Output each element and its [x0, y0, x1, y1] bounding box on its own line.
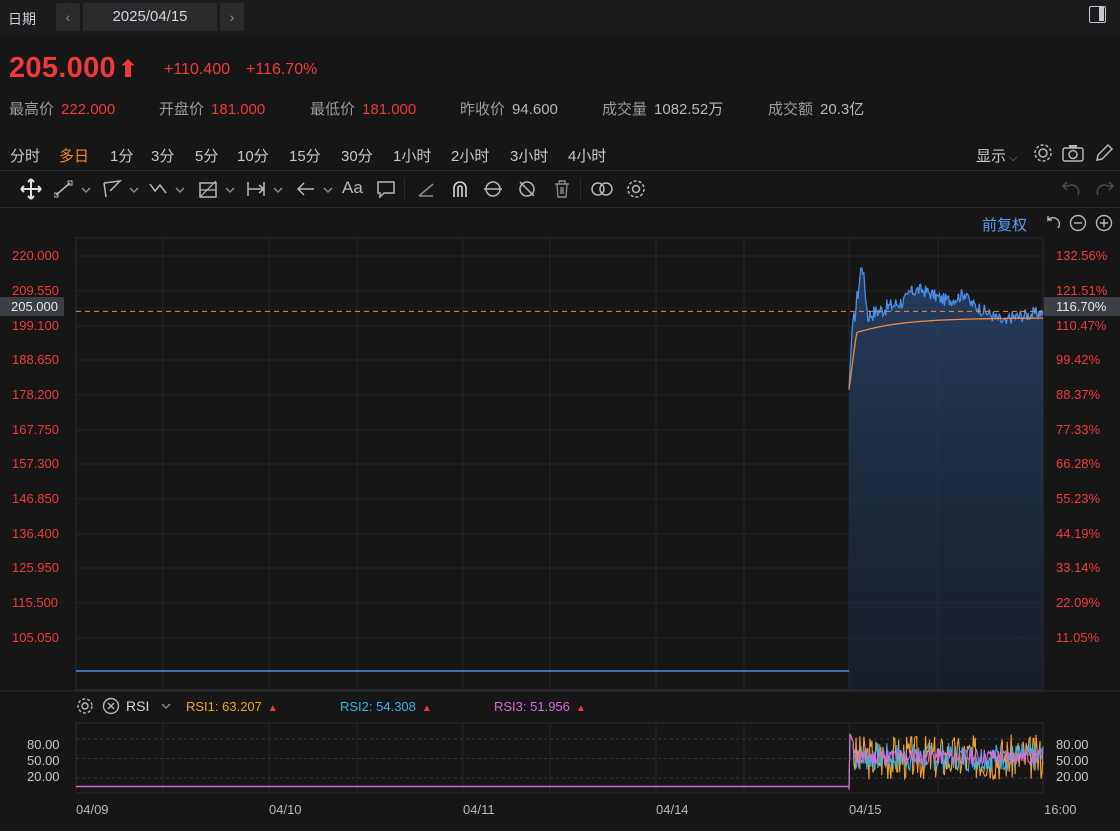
right-axis-tick: 99.42% — [1056, 352, 1101, 367]
up-triangle-icon: ▲ — [575, 703, 586, 714]
rsi-indicator-name: RSI — [126, 698, 150, 714]
right-axis-tick: 11.05% — [1056, 630, 1100, 645]
up-triangle-icon: ▲ — [267, 703, 278, 714]
left-axis-tick: 115.500 — [12, 595, 59, 610]
right-axis-tick: 121.51% — [1056, 283, 1108, 298]
rsi3-value: RSI3: 51.956 ▲ — [494, 699, 586, 714]
x-axis-tick: 04/09 — [76, 802, 109, 817]
right-axis-tick: 88.37% — [1056, 387, 1101, 402]
right-axis-tick: 132.56% — [1056, 248, 1108, 263]
rsi-axis-right-tick: 50.00 — [1056, 753, 1089, 768]
left-axis-tick: 105.050 — [12, 630, 59, 645]
right-axis-tick: 110.47% — [1056, 318, 1107, 333]
right-axis-tick: 44.19% — [1056, 526, 1101, 541]
rsi-axis-right-tick: 20.00 — [1056, 769, 1089, 784]
rsi-settings-icon[interactable] — [76, 697, 94, 715]
rsi-close-icon[interactable] — [102, 697, 120, 715]
right-axis-tick: 66.28% — [1056, 456, 1101, 471]
rsi-axis-left-tick: 50.00 — [27, 753, 60, 768]
x-axis-tick: 04/10 — [269, 802, 302, 817]
current-pct-tag: 116.70% — [1044, 297, 1120, 316]
up-triangle-icon: ▲ — [421, 703, 432, 714]
price-area-fill — [849, 268, 1043, 690]
right-axis-tick: 55.23% — [1056, 491, 1101, 506]
current-price-tag: 205.000 — [0, 297, 64, 316]
left-axis-tick: 157.300 — [12, 456, 59, 471]
x-axis-tick: 04/14 — [656, 802, 689, 817]
x-axis-tick: 04/15 — [849, 802, 882, 817]
right-axis-tick: 22.09% — [1056, 595, 1101, 610]
left-axis-tick: 167.750 — [12, 422, 59, 437]
rsi-axis-left-tick: 80.00 — [27, 737, 60, 752]
left-axis-tick: 178.200 — [12, 387, 59, 402]
left-axis-tick: 136.400 — [12, 526, 59, 541]
rsi-axis-right-tick: 80.00 — [1056, 737, 1089, 752]
left-axis-tick: 220.000 — [12, 248, 59, 263]
rsi1-value: RSI1: 63.207 ▲ — [186, 699, 278, 714]
right-axis-tick: 33.14% — [1056, 560, 1101, 575]
x-axis-tick: 16:00 — [1044, 802, 1077, 817]
chevron-down-icon[interactable] — [160, 700, 172, 712]
left-axis-tick: 125.950 — [12, 560, 59, 575]
left-axis-tick: 146.850 — [12, 491, 59, 506]
rsi-axis-left-tick: 20.00 — [27, 769, 60, 784]
right-axis-tick: 77.33% — [1056, 422, 1101, 437]
left-axis-tick: 209.550 — [12, 283, 59, 298]
left-axis-tick: 188.650 — [12, 352, 59, 367]
rsi2-value: RSI2: 54.308 ▲ — [340, 699, 432, 714]
x-axis-tick: 04/11 — [463, 802, 495, 817]
left-axis-tick: 199.100 — [12, 318, 59, 333]
